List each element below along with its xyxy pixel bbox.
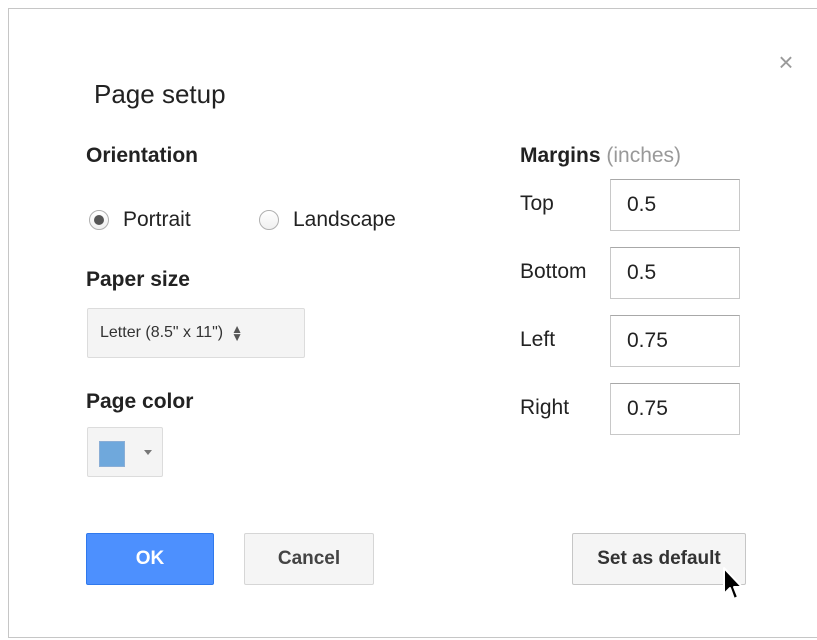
set-as-default-button[interactable]: Set as default — [572, 533, 746, 585]
margin-bottom-input[interactable] — [610, 247, 740, 299]
radio-portrait[interactable]: Portrait — [89, 205, 191, 235]
margin-left-label: Left — [520, 328, 556, 351]
radio-selected-dot — [94, 215, 104, 225]
mouse-pointer-icon — [723, 567, 743, 600]
cancel-button[interactable]: Cancel — [244, 533, 374, 585]
margins-unit: (inches) — [606, 144, 682, 167]
dialog-title: Page setup — [94, 79, 226, 109]
margin-top-label: Top — [520, 192, 554, 215]
color-swatch — [99, 441, 125, 467]
ok-button[interactable]: OK — [86, 533, 214, 585]
orientation-label: Orientation — [86, 144, 199, 167]
margin-bottom-label: Bottom — [520, 260, 587, 283]
margin-top-input[interactable] — [610, 179, 740, 231]
margin-right-input[interactable] — [610, 383, 740, 435]
margin-right-label: Right — [520, 396, 570, 419]
chevron-down-icon — [144, 450, 152, 455]
close-icon[interactable]: × — [771, 47, 801, 77]
margins-title: Margins — [520, 144, 601, 167]
paper-size-label: Paper size — [86, 268, 190, 291]
portrait-radio-icon[interactable] — [89, 210, 109, 230]
select-arrows-icon: ▲ ▼ — [231, 322, 244, 344]
page-setup-dialog: × Page setup Orientation Portrait Landsc… — [8, 8, 817, 638]
paper-size-select[interactable]: Letter (8.5" x 11") ▲ ▼ — [87, 308, 305, 358]
landscape-radio-icon[interactable] — [259, 210, 279, 230]
radio-landscape[interactable]: Landscape — [259, 205, 396, 235]
page-color-picker[interactable] — [87, 427, 163, 477]
page-color-label: Page color — [86, 390, 194, 413]
paper-size-value: Letter (8.5" x 11") — [100, 324, 224, 341]
landscape-label: Landscape — [293, 208, 396, 231]
margin-left-input[interactable] — [610, 315, 740, 367]
portrait-label: Portrait — [123, 208, 191, 231]
margins-label: Margins (inches) — [520, 144, 681, 168]
